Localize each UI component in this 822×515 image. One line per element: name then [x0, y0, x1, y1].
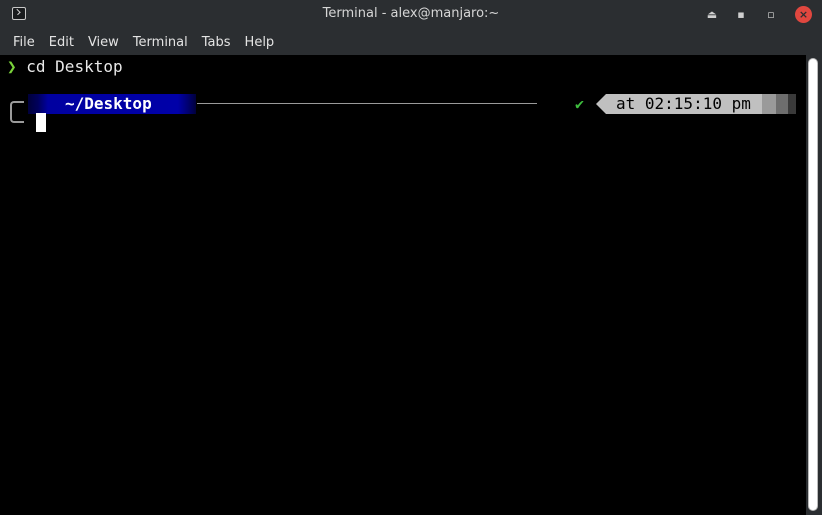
- close-icon: ×: [798, 8, 809, 21]
- menu-bar: File Edit View Terminal Tabs Help: [0, 29, 822, 55]
- menu-edit[interactable]: Edit: [42, 35, 81, 50]
- prompt-divider: [197, 103, 537, 104]
- close-button[interactable]: ×: [795, 6, 812, 23]
- menu-help[interactable]: Help: [238, 35, 282, 50]
- text-cursor: [36, 113, 46, 132]
- minimize-button[interactable]: ▪: [733, 7, 749, 23]
- prompt-time: at 02:15:10 pm: [616, 94, 751, 113]
- maximize-button[interactable]: ▫: [763, 7, 779, 23]
- title-bar: Terminal - alex@manjaro:~ ⏏ ▪ ▫ ×: [0, 0, 822, 29]
- time-arrow-icon: [596, 94, 606, 114]
- success-check-icon: ✔: [575, 95, 585, 113]
- maximize-icon: ▫: [767, 8, 775, 21]
- command-text: cd Desktop: [16, 57, 123, 76]
- shade-button[interactable]: ⏏: [704, 7, 720, 23]
- current-path: ~/Desktop: [65, 94, 152, 113]
- scrollbar[interactable]: [806, 55, 822, 515]
- command-line: ❯ cd Desktop: [7, 57, 123, 76]
- window-title: Terminal - alex@manjaro:~: [322, 6, 500, 21]
- prompt-bracket: [10, 101, 24, 123]
- terminal-output[interactable]: ❯ cd Desktop ~/Desktop ✔ at 02:15:10 pm: [0, 55, 806, 515]
- menu-tabs[interactable]: Tabs: [195, 35, 238, 50]
- menu-terminal[interactable]: Terminal: [126, 35, 195, 50]
- menu-file[interactable]: File: [6, 35, 42, 50]
- scrollbar-thumb[interactable]: [808, 58, 818, 511]
- menu-view[interactable]: View: [81, 35, 126, 50]
- time-segment: at 02:15:10 pm: [596, 94, 796, 114]
- minimize-icon: ▪: [737, 8, 745, 21]
- shade-icon: ⏏: [706, 8, 718, 21]
- prompt-chevron-icon: ❯: [7, 57, 17, 76]
